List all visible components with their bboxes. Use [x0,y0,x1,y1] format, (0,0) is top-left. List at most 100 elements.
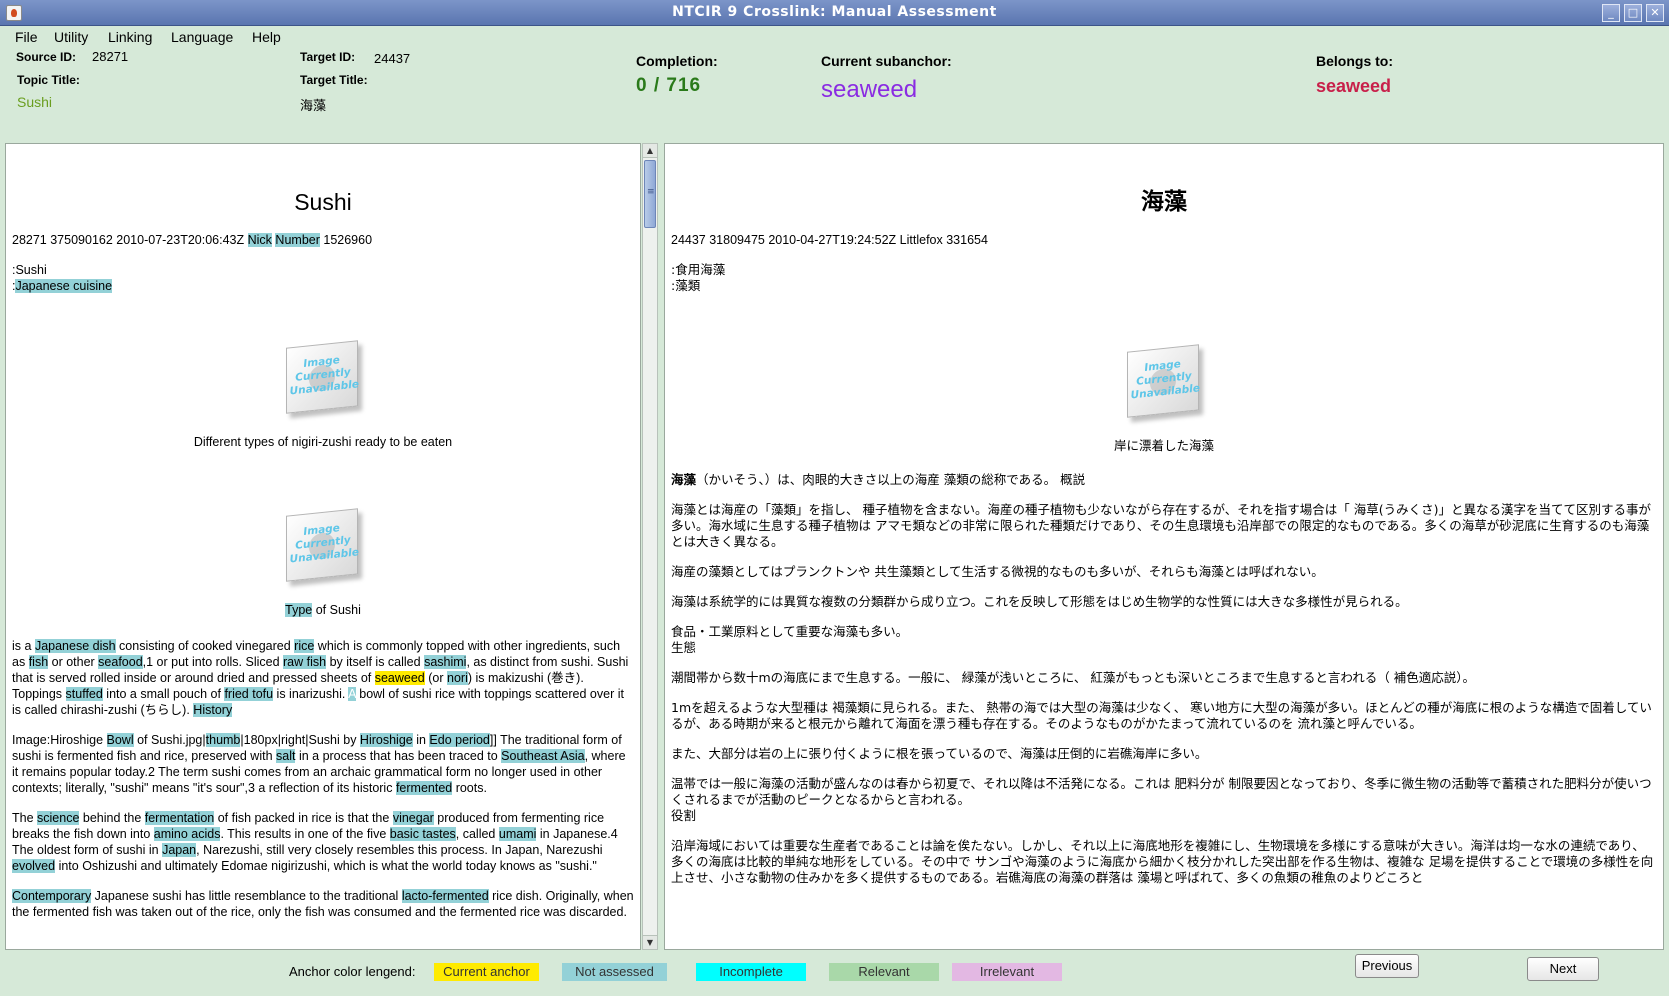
anchor-link[interactable]: nori [447,671,468,685]
paragraph-text: of Sushi.jpg| [133,733,206,747]
target-paragraph: 沿岸海域においては重要な生産者であることは論を俟たない。しかし、それ以上に海底地… [671,838,1654,885]
anchor-link[interactable]: seafood [98,655,143,669]
target-title: 海藻 [300,99,327,114]
menu-language[interactable]: Language [171,29,233,45]
image-placeholder: Image Currently Unavailable 岸に漂着した海藻 [671,342,1657,454]
anchor-link[interactable]: Hiroshige [359,733,413,747]
anchor-link[interactable]: Number [275,233,320,247]
menu-utility[interactable]: Utility [54,29,88,45]
paragraph-text: , called [455,827,499,841]
anchor-link[interactable]: fermented [395,781,453,795]
maximize-button[interactable]: □ [1624,4,1642,22]
source-id-label: Source ID: [16,50,77,64]
source-paragraph: Contemporary Japanese sushi has little r… [12,888,634,920]
target-paragraph: 海産の藻類としてはプランクトンや 共生藻類として生活する微視的なものも多いが、そ… [671,564,1324,579]
next-button[interactable]: Next [1527,957,1599,981]
paragraph-text: roots. [452,781,487,795]
paragraph-text: (or [424,671,447,685]
menu-file[interactable]: File [15,29,38,45]
anchor-link[interactable]: science [37,811,80,825]
anchor-link[interactable]: rice [294,639,315,653]
window-title: NTCIR 9 Crosslink: Manual Assessment [672,4,997,20]
anchor-link[interactable]: thumb [205,733,241,747]
target-title-heading: 海藻 [1141,189,1187,215]
source-paragraph: Image:Hiroshige Bowl of Sushi.jpg|thumb|… [12,732,634,796]
source-document-panel[interactable]: Sushi 28271 375090162 2010-07-23T20:06:4… [5,143,641,950]
completion-label: Completion: [636,53,718,69]
paragraph-text: is inarizushi. [273,687,349,701]
target-id: 24437 [374,51,411,66]
source-categories: :Sushi :Japanese cuisine [12,263,113,293]
legend-label: Anchor color lengend: [289,964,416,979]
anchor-link[interactable]: Japanese dish [34,639,116,653]
image-unavailable-icon: Image Currently Unavailable [1121,342,1207,422]
paragraph-text: in [412,733,430,747]
target-paragraph: 潮間帯から数十mの海底にまで生息する。一般に、 緑藻が浅いところに、 紅藻がもっ… [671,670,1475,685]
paragraph-text: |180px|right|Sushi by [240,733,360,747]
target-document-panel[interactable]: 海藻 24437 31809475 2010-04-27T19:24:52Z L… [664,143,1664,950]
title-bar: NTCIR 9 Crosslink: Manual Assessment _ □… [0,0,1669,26]
completion-value: 0 / 716 [636,75,702,96]
close-button[interactable]: ✕ [1646,4,1664,22]
anchor-link[interactable]: Contemporary [12,889,92,903]
anchor-link[interactable]: Japan [162,843,197,857]
anchor-link[interactable]: lacto-fermented [401,889,489,903]
paragraph-text: ,1 or put into rolls. Sliced [142,655,284,669]
image-placeholder: Image Currently Unavailable Different ty… [12,338,634,450]
anchor-link[interactable]: Edo period [429,733,490,747]
subanchor-label: Current subanchor: [821,53,952,69]
menu-help[interactable]: Help [252,29,281,45]
target-paragraph: 食品・工業原料として重要な海藻も多い。 生態 [671,624,909,655]
anchor-link[interactable]: stuffed [65,687,103,701]
anchor-link[interactable]: umami [498,827,537,841]
source-scrollbar[interactable]: ▲ ▼ [642,143,658,950]
anchor-link[interactable]: vinegar [392,811,434,825]
anchor-link[interactable]: fish [28,655,49,669]
menu-linking[interactable]: Linking [108,29,152,45]
previous-button[interactable]: Previous [1355,954,1419,978]
legend-not-assessed: Not assessed [562,963,667,981]
topic-title: Sushi [17,94,53,110]
source-id: 28271 [92,49,129,64]
assessment-info: Source ID: 28271 Topic Title: Sushi Targ… [0,49,1669,136]
anchor-link[interactable]: raw fish [283,655,327,669]
anchor-link[interactable]: Japanese cuisine [15,279,113,293]
anchor-link[interactable]: Bowl [106,733,134,747]
anchor-link[interactable]: salt [276,749,296,763]
legend-irrelevant: Irrelevant [952,963,1062,981]
anchor-link[interactable]: Nick [247,233,272,247]
image-caption: Type of Sushi [285,603,361,617]
legend-current-anchor: Current anchor [434,963,539,981]
scroll-up-arrow-icon[interactable]: ▲ [643,144,657,158]
anchor-link[interactable]: fermentation [144,811,215,825]
current-anchor-link[interactable]: seaweed [374,671,425,685]
target-paragraph: 海藻（かいそう、）は、肉眼的大きさ以上の海産 藻類の総称である。 概説 [671,472,1086,487]
belongs-to-value: seaweed [1316,76,1392,96]
anchor-link[interactable]: A [348,687,356,701]
current-subanchor: seaweed [821,76,918,103]
paragraph-text: in a process that has been traced to [295,749,502,763]
source-title: Sushi [294,189,352,215]
anchor-link[interactable]: basic tastes [389,827,456,841]
paragraph-text: into Oshizushi and ultimately Edomae nig… [55,859,597,873]
menu-bar: File Utility Linking Language Help [0,26,1669,50]
footer-bar: Anchor color lengend: Current anchor Not… [0,950,1669,996]
anchor-link[interactable]: sashimi [424,655,467,669]
anchor-link[interactable]: evolved [12,859,56,873]
paragraph-text: into a small pouch of [102,687,225,701]
anchor-link[interactable]: Type [285,603,313,617]
scroll-thumb[interactable] [644,160,656,228]
paragraph-text: consisting of cooked vinegared [115,639,295,653]
target-categories: :食用海藻 :藻類 [671,262,726,293]
target-paragraph: 温帯では一般に海藻の活動が盛んなのは春から初夏で、それ以降は不活発になる。これは… [671,776,1652,823]
paragraph-text: Japanese sushi has little resemblance to… [91,889,402,903]
anchor-link[interactable]: Southeast Asia [501,749,585,763]
paragraph-text: . This results in one of the five [220,827,390,841]
minimize-button[interactable]: _ [1602,4,1620,22]
anchor-link[interactable]: fried tofu [224,687,274,701]
target-paragraph: 1mを超えるような大型種は 褐藻類に見られる。また、 熱帯の海では大型の海藻は少… [671,700,1652,731]
image-placeholder: Image Currently Unavailable Type of Sush… [12,506,634,618]
scroll-down-arrow-icon[interactable]: ▼ [643,935,657,949]
anchor-link[interactable]: History [193,703,233,717]
anchor-link[interactable]: amino acids [153,827,221,841]
